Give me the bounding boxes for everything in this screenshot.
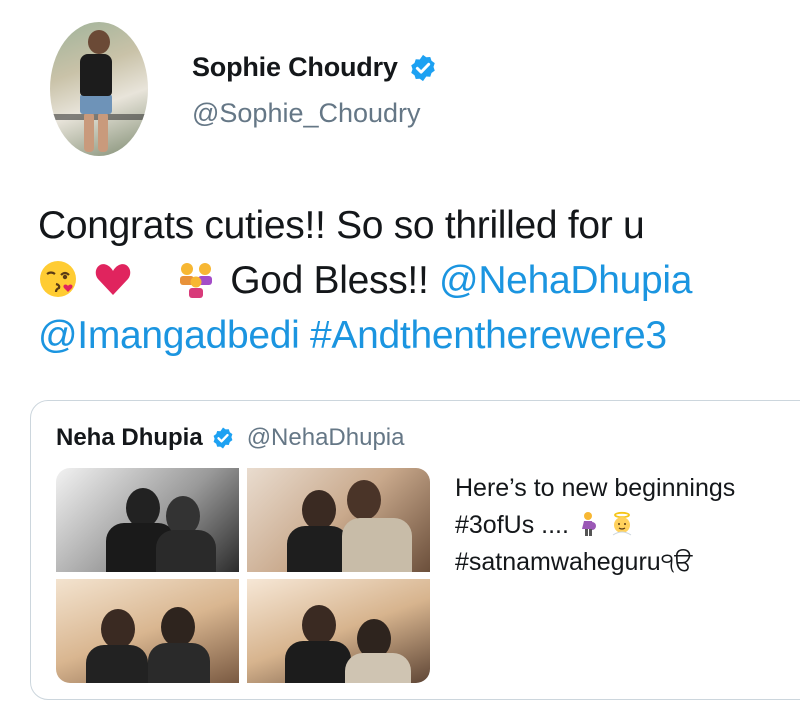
hashtag-3ofus[interactable]: #3ofUs .... xyxy=(455,511,569,539)
tweet-text-god-bless: God Bless!! xyxy=(230,259,429,302)
avatar-figure-leg xyxy=(84,112,94,152)
verified-badge-icon xyxy=(213,427,233,449)
avatar-figure-top xyxy=(80,54,112,96)
avatar[interactable] xyxy=(50,22,148,156)
quoted-author-name[interactable]: Neha Dhupia xyxy=(56,424,203,452)
tweet-line-3: @Imangadbedi #Andthentherewere3 xyxy=(38,308,788,363)
author-name[interactable]: Sophie Choudry xyxy=(192,52,398,83)
red-heart-icon xyxy=(95,264,130,295)
avatar-figure-leg xyxy=(98,112,108,152)
avatar-figure-shorts xyxy=(80,94,112,114)
author-handle[interactable]: @Sophie_Choudry xyxy=(192,98,421,129)
photo-3[interactable] xyxy=(56,579,239,683)
hashtag-andthentherewere3[interactable]: #Andthentherewere3 xyxy=(310,314,667,357)
photo-2[interactable] xyxy=(247,468,430,572)
quoted-tweet-header[interactable]: Neha Dhupia @NehaDhupia xyxy=(56,424,404,452)
tweet-text: Congrats cuties!! So so thrilled for u G… xyxy=(38,198,788,363)
pregnant-woman-icon xyxy=(581,512,596,536)
photo-4[interactable] xyxy=(247,579,430,683)
family-icon xyxy=(179,263,212,298)
quoted-line-2: #3ofUs .... xyxy=(455,507,800,544)
tweet-line-1: Congrats cuties!! So so thrilled for u xyxy=(38,204,645,247)
kissing-face-icon xyxy=(40,261,76,297)
photo-1[interactable] xyxy=(56,468,239,572)
baby-angel-icon xyxy=(612,511,632,536)
quoted-tweet-text: Here’s to new beginnings #3ofUs .... #sa… xyxy=(455,470,800,581)
quoted-author-handle[interactable]: @NehaDhupia xyxy=(247,424,405,452)
author-name-row[interactable]: Sophie Choudry xyxy=(192,52,438,83)
verified-badge-icon xyxy=(410,54,435,81)
quoted-line-1: Here’s to new beginnings xyxy=(455,474,736,502)
quoted-photo-grid[interactable] xyxy=(56,468,430,683)
hashtag-satnamwaheguru[interactable]: #satnamwaheguru੧ੳ xyxy=(455,544,800,581)
mention-nehadhupia[interactable]: @NehaDhupia xyxy=(439,259,692,302)
tweet-line-2: God Bless!! @NehaDhupia xyxy=(38,253,788,308)
mention-imangadbedi[interactable]: @Imangadbedi xyxy=(38,314,300,357)
avatar-figure-head xyxy=(88,30,110,54)
